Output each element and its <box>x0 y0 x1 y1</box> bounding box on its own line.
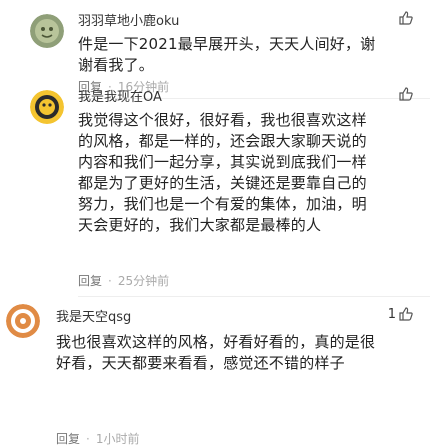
avatar[interactable] <box>30 90 64 124</box>
separator-dot: · <box>108 273 112 288</box>
comment-item: 羽羽草地小鹿oku 件是一下2021最早展开头，天天人间好，谢谢看我了。 回复 … <box>0 0 430 100</box>
avatar[interactable] <box>30 14 64 48</box>
like-button[interactable] <box>396 86 414 102</box>
like-button[interactable]: 1 <box>388 306 414 322</box>
reply-button[interactable]: 回复 <box>56 430 80 447</box>
comment-username[interactable]: 羽羽草地小鹿oku <box>78 10 179 29</box>
comment-text: 我也很喜欢这样的风格，好看好看的，真的是很好看，天天都要来看看，感觉还不错的样子 <box>56 333 376 372</box>
comment-meta: 回复 · 25分钟前 <box>78 272 169 289</box>
thumbs-up-icon <box>398 306 414 322</box>
comment-text: 件是一下2021最早展开头，天天人间好，谢谢看我了。 <box>78 35 376 74</box>
comment-time: 25分钟前 <box>117 274 170 288</box>
comment-username[interactable]: 我是我现在OA <box>78 86 162 105</box>
thumbs-up-icon <box>398 10 414 26</box>
comment-item: 我是我现在OA 我觉得这个很好，很好看，我也很喜欢这样的风格，都是一样的，还会跟… <box>0 87 430 297</box>
like-count: 1 <box>387 306 396 322</box>
comment-username[interactable]: 我是天空qsg <box>56 306 131 325</box>
comment-item: 我是天空qsg 1 我也很喜欢这样的风格，好看好看的，真的是很好看，天天都要来看… <box>0 296 430 448</box>
comment-time: 1小时前 <box>95 432 140 446</box>
like-button[interactable] <box>396 10 414 26</box>
thumbs-up-icon <box>398 86 414 102</box>
comment-text: 我觉得这个很好，很好看，我也很喜欢这样的风格，都是一样的，还会跟大家聊天说的内容… <box>78 111 367 234</box>
avatar[interactable] <box>6 304 40 338</box>
comment-meta: 回复 · 1小时前 <box>56 430 139 447</box>
separator-dot: · <box>86 431 90 446</box>
reply-button[interactable]: 回复 <box>78 272 102 289</box>
